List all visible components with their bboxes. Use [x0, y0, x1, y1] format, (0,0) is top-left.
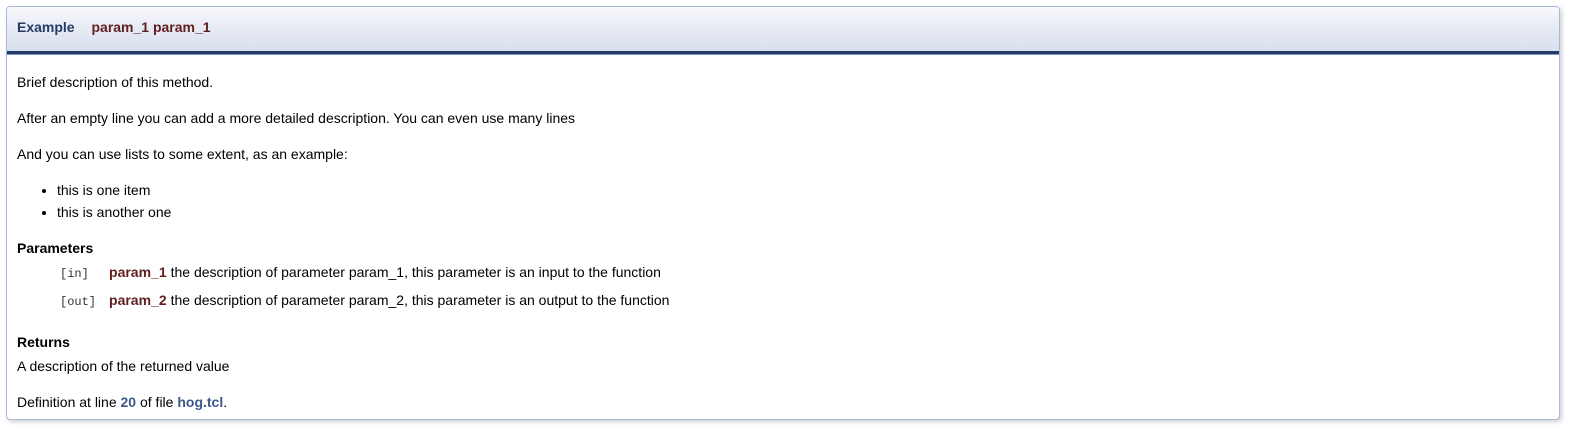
list-item: this is another one — [57, 201, 1549, 223]
list-intro: And you can use lists to some extent, as… — [17, 146, 348, 162]
returns-description: A description of the returned value — [17, 358, 230, 374]
returns-title: Returns — [17, 334, 70, 350]
parameter-name: param_2 — [109, 292, 167, 308]
parameter-row: [out] param_2 the description of paramet… — [60, 291, 669, 319]
definition-prefix: Definition at line — [17, 394, 117, 410]
definition-line-link[interactable]: 20 — [121, 394, 137, 410]
definition-file-link[interactable]: hog.tcl — [177, 394, 223, 410]
definition-middle: of file — [139, 394, 174, 410]
detailed-description: After an empty line you can add a more d… — [17, 110, 576, 126]
parameter-description: the description of parameter param_2, th… — [170, 292, 670, 308]
parameters-title: Parameters — [17, 240, 94, 256]
prototype-row: Example param_1 param_1 — [17, 19, 211, 35]
parameter-name: param_1 — [109, 264, 167, 280]
parameter-direction: [in] — [60, 267, 89, 281]
definition-line: Definition at line 20 of file hog.tcl. — [17, 393, 1549, 411]
member-prototype-header: Example param_1 param_1 — [7, 7, 1559, 55]
example-list: this is one item this is another one — [17, 179, 1549, 223]
parameter-description: the description of parameter param_1, th… — [170, 264, 661, 280]
member-documentation: Brief description of this method. After … — [17, 73, 1549, 419]
list-item: this is one item — [57, 179, 1549, 201]
parameter-row: [in] param_1 the description of paramete… — [60, 263, 669, 291]
definition-suffix: . — [223, 394, 228, 410]
method-name: Example — [17, 19, 75, 35]
prototype-param-1: param_1 — [91, 19, 150, 35]
member-item: Example param_1 param_1 Brief descriptio… — [6, 6, 1560, 420]
prototype-param-2: param_1 — [152, 19, 211, 35]
brief-description: Brief description of this method. — [17, 74, 214, 90]
parameter-direction: [out] — [60, 295, 97, 309]
parameters-table: [in] param_1 the description of paramete… — [60, 263, 669, 319]
